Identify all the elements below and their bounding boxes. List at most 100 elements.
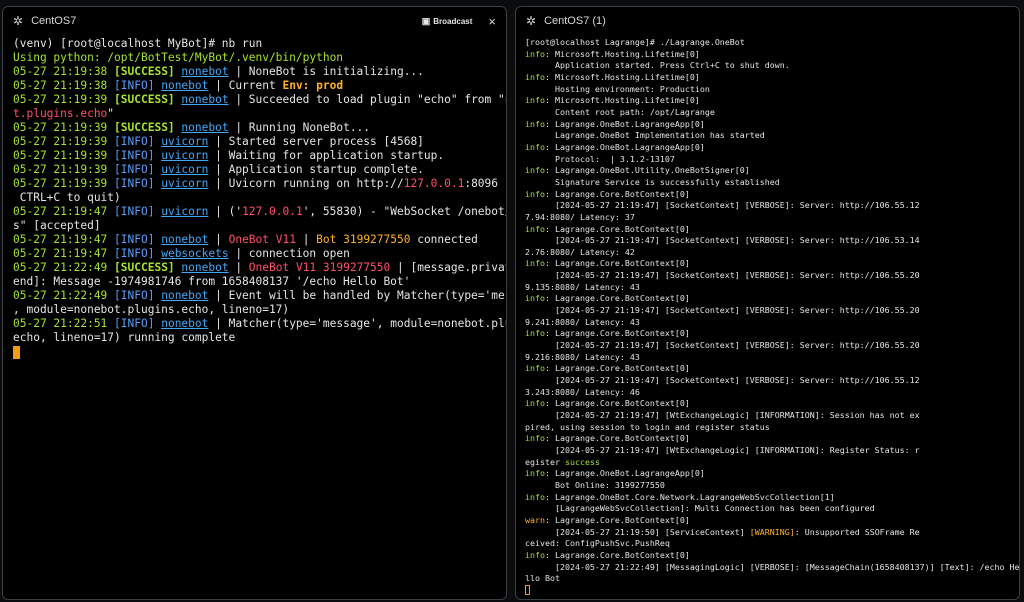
log-text: info [525,328,545,339]
log-text: info [525,433,545,444]
log-module-link[interactable]: uvicorn [161,149,208,162]
log-text: | Succeeded to load plugin " [228,93,424,106]
log-text: : Lagrange.OneBot.LagrangeApp[0] [544,468,705,479]
log-text: warn [525,514,545,525]
terminal-line: info: Lagrange.OneBot.LagrangeApp[0] [525,119,1009,131]
terminal-line: 05-27 21:19:38 [INFO] nonebot | Current … [13,79,496,93]
log-text: Using python: /opt/BotTest/MyBot/.venv/b… [13,51,344,64]
log-text: [2024-05-27 21:19:47] [WtExchangeLogic] … [525,444,920,455]
log-text: : Lagrange.Core.BotContext[0] [544,433,690,444]
terminal-line: [2024-05-27 21:19:47] [WtExchangeLogic] … [525,445,1009,457]
log-text: info [525,165,545,176]
log-text: | [message.private.fri [396,261,506,274]
close-icon[interactable]: × [488,14,496,29]
log-text: t.plugins.echo [13,107,108,120]
log-text: : Lagrange.Core.BotContext[0] [544,398,690,409]
terminal-output[interactable]: (venv) [root@localhost MyBot]# nb run Usi… [3,35,506,359]
log-text: 05-27 21:19:39 [13,163,115,176]
log-text: :8096 (Press [464,177,506,190]
terminal-line: warn: Lagrange.Core.BotContext[0] [525,515,1009,527]
log-text: ceived: ConfigPushSvc.PushReq [525,538,670,549]
terminal-line: 05-27 21:19:39 [INFO] uvicorn | Applicat… [13,163,496,177]
terminal-line: Application started. Press Ctrl+C to shu… [525,60,1009,72]
log-text: : Lagrange.OneBot.LagrangeApp[0] [544,141,705,152]
log-text: info [525,71,545,82]
terminal-line: 05-27 21:22:49 [INFO] nonebot | Event wi… [13,289,506,303]
log-text: egister [525,456,565,467]
tab-title[interactable]: CentOS7 (1) [544,15,1009,27]
log-module-link[interactable]: nonebot [181,65,228,78]
broadcast-button[interactable]: ▣ Broadcast [422,16,473,27]
prompt-line[interactable] [13,345,496,359]
log-text: 05-27 21:19:39 [13,149,115,162]
log-module-link[interactable]: nonebot [181,93,228,106]
log-text: connected [410,233,478,246]
terminal-line: [2024-05-27 21:19:47] [SocketContext] [V… [525,235,1009,247]
log-text: info [525,188,545,199]
terminal-window-left[interactable]: ✲ CentOS7 ▣ Broadcast × (venv) [root@loc… [2,6,507,600]
terminal-line: info: Lagrange.OneBot.LagrangeApp[0] [525,142,1009,154]
log-text: [INFO] [114,233,155,246]
log-text: : Lagrange.Core.BotContext[0] [544,258,690,269]
gear-icon[interactable]: ✲ [526,14,536,28]
terminal-line: Hosting environment: Production [525,84,1009,96]
log-module-link[interactable]: nonebot [161,289,208,302]
log-text: : Lagrange.OneBot.Core.Network.LagrangeW… [544,491,835,502]
log-text: Protocol: | 3.1.2-13107 [525,153,675,164]
prompt-line[interactable] [525,585,1009,597]
log-module-link[interactable]: uvicorn [161,205,208,218]
log-text: 05-27 21:19:39 [13,93,115,106]
terminal-line: 9.135:8080/ Latency: 43 [525,282,1009,294]
terminal-line: [2024-05-27 21:19:47] [SocketContext] [V… [525,375,1009,387]
log-text: 05-27 21:19:38 [13,65,115,78]
terminal-line: info: Lagrange.Core.BotContext[0] [525,189,1009,201]
log-text: end]: Message -1974981746 from 165840813… [13,275,411,288]
log-text: , module=nonebot.plugins.echo, lineno=17… [13,303,290,316]
tab-title[interactable]: CentOS7 [31,15,422,27]
log-module-link[interactable]: uvicorn [161,135,208,148]
log-text: | [208,233,229,246]
log-module-link[interactable]: nonebot [181,261,228,274]
log-text: [INFO] [114,205,155,218]
terminal-line: info: Lagrange.Core.BotContext[0] [525,398,1009,410]
log-text: info [525,141,545,152]
log-module-link[interactable]: nonebot [161,233,208,246]
log-text: [INFO] [114,177,155,190]
terminal-line: 05-27 21:19:39 [INFO] uvicorn | Started … [13,135,496,149]
terminal-line: 05-27 21:19:39 [INFO] uvicorn | Waiting … [13,149,496,163]
terminal-line: info: Lagrange.OneBot.LagrangeApp[0] [525,468,1009,480]
log-text: echo, lineno=17) running complete [13,331,236,344]
terminal-output[interactable]: [root@localhost Lagrange]# ./Lagrange.On… [516,35,1019,597]
log-text: info [525,293,545,304]
terminal-line: [2024-05-27 21:19:50] [ServiceContext] [… [525,527,1009,539]
terminal-line: 7.94:8080/ Latency: 37 [525,212,1009,224]
log-text: Bot 3199277550 [316,233,411,246]
log-text: [2024-05-27 21:19:47] [SocketContext] [V… [525,305,920,316]
terminal-line: pired, using session to login and regist… [525,422,1009,434]
terminal-window-right[interactable]: ✲ CentOS7 (1) [root@localhost Lagrange]#… [515,6,1020,600]
broadcast-label: Broadcast [433,16,473,26]
log-text: 05-27 21:22:51 [13,317,115,330]
log-text: : Lagrange.Core.BotContext[0] [544,293,690,304]
log-module-link[interactable]: nonebot [161,79,208,92]
log-text: : Microsoft.Hosting.Lifetime[0] [544,95,700,106]
terminal-line: info: Lagrange.OneBot.Utility.OneBotSign… [525,165,1009,177]
log-text: 05-27 21:19:39 [13,121,115,134]
log-text: 127.0.0.1 [242,205,303,218]
log-text: : Microsoft.Hosting.Lifetime[0] [544,71,700,82]
log-text: " [107,107,115,120]
log-text: [LagrangeWebSvcCollection]: Multi Connec… [525,503,875,514]
terminal-line: CTRL+C to quit) [13,191,496,205]
terminal-line: info: Microsoft.Hosting.Lifetime[0] [525,72,1009,84]
terminal-line: 05-27 21:19:39 [SUCCESS] nonebot | Succe… [13,93,506,107]
log-module-link[interactable]: nonebot [181,121,228,134]
terminal-line: 9.241:8080/ Latency: 43 [525,317,1009,329]
log-module-link[interactable]: websockets [161,247,228,260]
log-module-link[interactable]: nonebot [161,317,208,330]
terminal-line: 05-27 21:22:51 [INFO] nonebot | Matcher(… [13,317,506,331]
log-module-link[interactable]: uvicorn [161,177,208,190]
log-text: Lagrange.OneBot Implementation has start… [525,130,765,141]
gear-icon[interactable]: ✲ [13,14,23,28]
log-module-link[interactable]: uvicorn [161,163,208,176]
log-text: [INFO] [114,247,155,260]
